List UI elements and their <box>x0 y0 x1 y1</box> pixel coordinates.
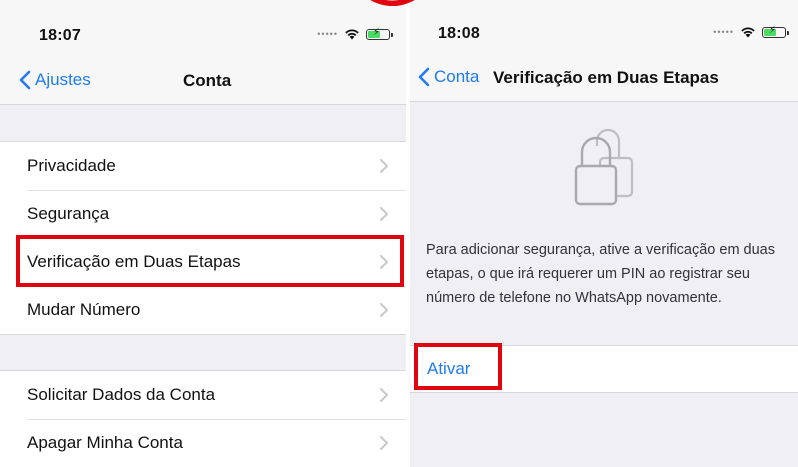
left-screen: 18:07 ••••• ⚡ Ajustes Conta Privacidade <box>0 0 406 467</box>
status-time: 18:07 <box>39 27 81 44</box>
settings-item-label: Solicitar Dados da Conta <box>27 385 216 404</box>
back-button[interactable]: Ajustes <box>19 70 91 90</box>
settings-item-label: Privacidade <box>27 156 116 175</box>
page-title: Conta <box>183 71 232 90</box>
chevron-left-icon <box>19 70 31 90</box>
signal-icon: ••••• <box>317 29 338 39</box>
wifi-icon <box>345 29 359 40</box>
back-label: Conta <box>434 67 480 86</box>
status-icons: ••••• ⚡ <box>713 25 789 38</box>
wifi-icon <box>741 27 755 38</box>
settings-item-privacy[interactable]: Privacidade <box>0 142 406 190</box>
settings-item-request-account-info[interactable]: Solicitar Dados da Conta <box>0 371 406 419</box>
chevron-right-icon <box>380 255 388 269</box>
page-title: Verificação em Duas Etapas <box>493 68 719 87</box>
settings-item-two-step-verification[interactable]: Verificação em Duas Etapas <box>0 238 406 286</box>
red-arrow-fragment <box>370 0 415 6</box>
settings-item-label: Mudar Número <box>27 300 141 319</box>
back-button[interactable]: Conta <box>418 67 479 87</box>
status-icons: ••••• ⚡ <box>317 27 393 40</box>
settings-item-label: Segurança <box>27 204 110 223</box>
nav-bar: Conta Verificação em Duas Etapas <box>410 55 798 102</box>
right-screen: 18:08 ••••• ⚡ Conta Verificação em Duas … <box>410 0 798 467</box>
chevron-left-icon <box>418 67 430 87</box>
description-text: Para adicionar segurança, ative a verifi… <box>426 242 775 306</box>
settings-item-delete-account[interactable]: Apagar Minha Conta <box>0 419 406 467</box>
settings-group-account: Privacidade Segurança Verificação em Dua… <box>0 141 406 335</box>
action-cell: Ativar <box>410 345 798 393</box>
status-time: 18:08 <box>438 25 480 42</box>
settings-item-label: Apagar Minha Conta <box>27 433 183 452</box>
chevron-right-icon <box>380 436 388 450</box>
chevron-right-icon <box>380 207 388 221</box>
settings-item-change-number[interactable]: Mudar Número <box>0 286 406 334</box>
battery-icon: ⚡ <box>366 27 393 40</box>
battery-icon: ⚡ <box>762 25 789 38</box>
chevron-right-icon <box>380 303 388 317</box>
settings-group-data: Solicitar Dados da Conta Apagar Minha Co… <box>0 370 406 467</box>
nav-bar: Ajustes Conta <box>0 58 406 105</box>
status-bar: 18:08 ••••• ⚡ <box>410 0 798 58</box>
signal-icon: ••••• <box>713 27 734 37</box>
activate-button[interactable]: Ativar <box>427 359 470 379</box>
settings-item-label: Verificação em Duas Etapas <box>27 252 241 271</box>
chevron-right-icon <box>380 388 388 402</box>
back-label: Ajustes <box>35 70 91 89</box>
status-bar: 18:07 ••••• ⚡ <box>0 0 406 58</box>
chevron-right-icon <box>380 159 388 173</box>
lock-icon <box>570 128 640 206</box>
settings-item-security[interactable]: Segurança <box>0 190 406 238</box>
